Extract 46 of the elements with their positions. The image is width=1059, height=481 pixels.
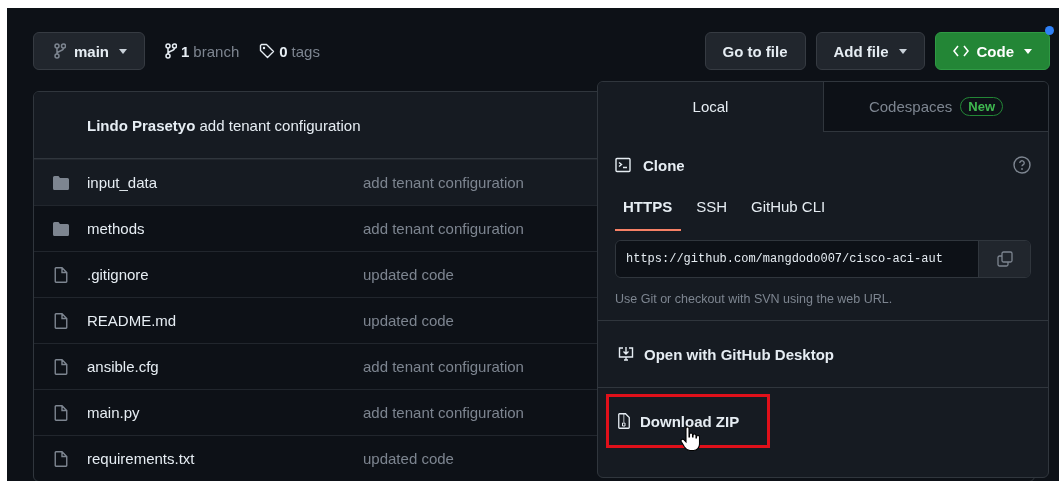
code-icon [952, 45, 969, 57]
branch-icon [54, 43, 66, 59]
file-name[interactable]: .gitignore [87, 266, 363, 283]
file-name[interactable]: input_data [87, 174, 363, 191]
terminal-icon [615, 157, 631, 173]
file-icon [52, 450, 70, 467]
tag-icon [259, 43, 276, 59]
file-name[interactable]: requirements.txt [87, 450, 363, 467]
hand-cursor-icon [680, 426, 700, 452]
protocol-tab[interactable]: SSH [687, 194, 736, 231]
commit-message: Lindo Prasetyo add tenant configuration [87, 116, 361, 134]
action-button[interactable]: Go to file [704, 32, 806, 70]
file-icon [52, 358, 70, 375]
file-icon [52, 266, 70, 283]
commit-link[interactable]: add tenant configuration [363, 358, 524, 375]
menu-item[interactable]: Download ZIP [606, 394, 771, 448]
code-button[interactable]: Code [934, 32, 1050, 70]
branch-selector[interactable]: main [33, 32, 145, 70]
file-icon [52, 312, 70, 329]
zip-file-icon [618, 413, 630, 429]
file-name[interactable]: main.py [87, 404, 363, 421]
commit-link[interactable]: add tenant configuration [363, 220, 524, 237]
commit-link[interactable]: updated code [363, 312, 454, 329]
commit-link[interactable]: add tenant configuration [363, 404, 524, 421]
desktop-download-icon [618, 346, 634, 362]
branch-icon [165, 43, 177, 59]
help-icon[interactable] [1013, 156, 1031, 174]
caret-icon [119, 48, 127, 54]
clone-hint: Use Git or checkout with SVN using the web URL. [615, 292, 894, 306]
branch-count-link[interactable]: 1 branch [165, 42, 240, 60]
commit-link[interactable]: updated code [363, 266, 454, 283]
file-icon [52, 404, 70, 421]
dropdown-tab[interactable]: Codespaces New [823, 82, 1048, 132]
menu-item[interactable]: Open with GitHub Desktop [606, 327, 865, 381]
protocol-tab[interactable]: GitHub CLI [742, 194, 835, 231]
folder-icon [52, 221, 70, 236]
commit-link[interactable]: add tenant configuration [363, 174, 524, 191]
folder-icon [52, 175, 70, 190]
protocol-tab[interactable]: HTTPS [615, 194, 682, 231]
clone-title: Clone [643, 156, 685, 174]
tag-count-link[interactable]: 0 tags [259, 42, 320, 60]
file-name[interactable]: README.md [87, 312, 363, 329]
commit-link[interactable]: updated code [363, 450, 454, 467]
file-name[interactable]: methods [87, 220, 363, 237]
file-name[interactable]: ansible.cfg [87, 358, 363, 375]
action-button[interactable]: Add file [815, 32, 925, 70]
